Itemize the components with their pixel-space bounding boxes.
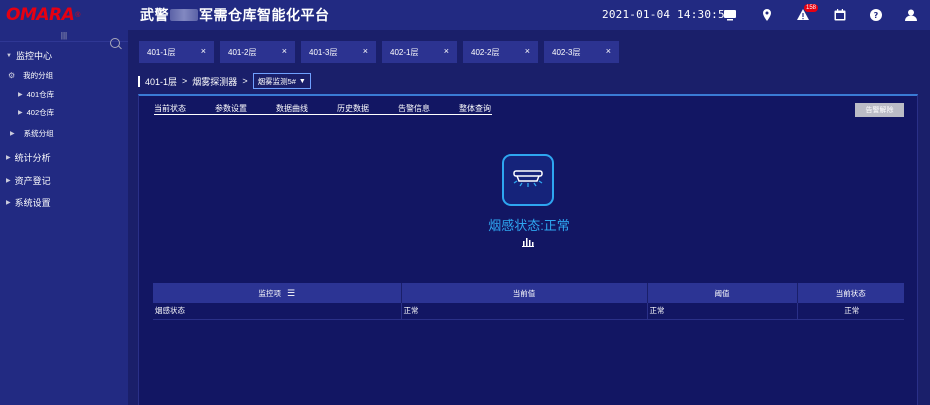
tab-label: 401-3层 bbox=[309, 47, 338, 57]
device-select[interactable]: 烟雾监测5# ▼ bbox=[252, 73, 311, 89]
redacted-block bbox=[170, 9, 198, 21]
table-cell: 正常 bbox=[797, 303, 904, 320]
alert-count-badge: 158 bbox=[804, 4, 819, 12]
app-title: 武警 军需仓库智能化平台 bbox=[140, 5, 330, 25]
help-icon[interactable]: ? bbox=[869, 8, 883, 22]
breadcrumb-level1[interactable]: 401-1层 bbox=[145, 75, 177, 88]
table-cell: 正常 bbox=[647, 303, 798, 320]
monitor-table: 监控项 ☰ 当前值 阈值 当前状态 烟感状态 正常 正常 正常 bbox=[153, 283, 904, 320]
tab-label: 401-2层 bbox=[228, 47, 257, 57]
table-header-row: 监控项 ☰ 当前值 阈值 当前状态 bbox=[153, 283, 904, 303]
tab-401-1[interactable]: 401-1层 × bbox=[139, 41, 214, 63]
title-suffix: 军需仓库智能化平台 bbox=[199, 7, 330, 23]
table-cell: 正常 bbox=[401, 303, 648, 320]
alarm-clear-button[interactable]: 告警解除 bbox=[855, 103, 904, 117]
location-icon[interactable] bbox=[760, 8, 774, 22]
tab-402-3[interactable]: 402-3层 × bbox=[544, 41, 619, 63]
logo: OMARA ® bbox=[0, 0, 128, 30]
sidebar-item-system-group[interactable]: ▶ 系统分组 bbox=[10, 128, 54, 139]
logo-text: OMARA bbox=[6, 5, 75, 25]
column-header: 阈值 bbox=[647, 283, 798, 303]
tab-401-3[interactable]: 401-3层 × bbox=[301, 41, 376, 63]
tab-402-2[interactable]: 402-2层 × bbox=[463, 41, 538, 63]
list-icon[interactable]: ☰ bbox=[287, 288, 295, 298]
sidebar-item-label: 系统设置 bbox=[14, 198, 51, 208]
sidebar-item-assets[interactable]: ▶ 资产登记 bbox=[6, 174, 51, 187]
smoke-detector-icon bbox=[502, 154, 554, 206]
column-header: 监控项 ☰ bbox=[153, 283, 402, 303]
column-header-label: 监控项 bbox=[258, 288, 281, 298]
subtab-underline bbox=[186, 114, 492, 115]
sidebar-item-label: 统计分析 bbox=[14, 153, 51, 163]
close-icon[interactable]: × bbox=[606, 46, 611, 56]
user-icon[interactable] bbox=[904, 8, 918, 22]
sidebar-item-label: 401仓库 bbox=[26, 90, 55, 99]
bar-chart-icon[interactable] bbox=[522, 237, 534, 249]
breadcrumb-marker bbox=[138, 75, 140, 87]
close-icon[interactable]: × bbox=[201, 46, 206, 56]
tab-label: 402-3层 bbox=[552, 47, 581, 57]
smoke-status-text: 烟感状态:正常 bbox=[488, 218, 570, 233]
sidebar-item-stats[interactable]: ▶ 统计分析 bbox=[6, 151, 51, 164]
calendar-icon[interactable] bbox=[833, 8, 847, 22]
sidebar-item-label: 资产登记 bbox=[14, 176, 51, 186]
breadcrumb: 401-1层 > 烟雾探测器 > 烟雾监测5# ▼ bbox=[138, 73, 311, 89]
sidebar-item-label: 402仓库 bbox=[26, 108, 55, 117]
close-icon[interactable]: × bbox=[444, 46, 449, 56]
close-icon[interactable]: × bbox=[525, 46, 530, 56]
gear-icon: ⚙ bbox=[8, 71, 16, 80]
sidebar-item-label: 系统分组 bbox=[23, 129, 54, 138]
device-select-value: 烟雾监测5# bbox=[257, 76, 296, 86]
sidebar-item-monitor-center[interactable]: ▼ 监控中心 bbox=[6, 49, 52, 62]
top-bar: OMARA ® 武警 军需仓库智能化平台 bbox=[0, 0, 930, 30]
title-prefix: 武警 bbox=[140, 7, 169, 23]
column-header: 当前状态 bbox=[797, 283, 904, 303]
table-row: 烟感状态 正常 正常 正常 bbox=[153, 303, 904, 320]
chevron-down-icon: ▼ bbox=[298, 77, 306, 85]
sidebar-item-my-group[interactable]: ⚙ 我的分组 bbox=[8, 70, 53, 81]
sidebar-item-warehouse-402[interactable]: ▶ 402仓库 bbox=[18, 107, 54, 118]
subtab-active-underline bbox=[154, 114, 186, 115]
breadcrumb-level2[interactable]: 烟雾探测器 bbox=[192, 75, 237, 88]
sidebar-item-label: 我的分组 bbox=[23, 71, 54, 80]
monitor-icon[interactable] bbox=[723, 8, 737, 22]
content-panel bbox=[138, 94, 918, 405]
sidebar-item-label: 监控中心 bbox=[15, 51, 52, 61]
tab-401-2[interactable]: 401-2层 × bbox=[220, 41, 295, 63]
column-header: 当前值 bbox=[401, 283, 648, 303]
sidebar-item-settings[interactable]: ▶ 系统设置 bbox=[6, 196, 51, 209]
sidebar: ||| bbox=[0, 30, 128, 405]
tab-label: 402-2层 bbox=[471, 47, 500, 57]
breadcrumb-separator: > bbox=[242, 76, 248, 86]
close-icon[interactable]: × bbox=[363, 46, 368, 56]
tab-label: 402-1层 bbox=[390, 47, 419, 57]
close-icon[interactable]: × bbox=[282, 46, 287, 56]
table-cell: 烟感状态 bbox=[153, 303, 402, 320]
tab-402-1[interactable]: 402-1层 × bbox=[382, 41, 457, 63]
sidebar-toggle[interactable]: ||| bbox=[0, 30, 128, 42]
svg-text:?: ? bbox=[874, 11, 879, 20]
breadcrumb-separator: > bbox=[182, 76, 188, 86]
sidebar-item-warehouse-401[interactable]: ▶ 401仓库 bbox=[18, 89, 54, 100]
datetime: 2021-01-04 14:30:59 bbox=[602, 8, 732, 21]
tab-label: 401-1层 bbox=[147, 47, 176, 57]
search-icon[interactable] bbox=[110, 38, 120, 48]
